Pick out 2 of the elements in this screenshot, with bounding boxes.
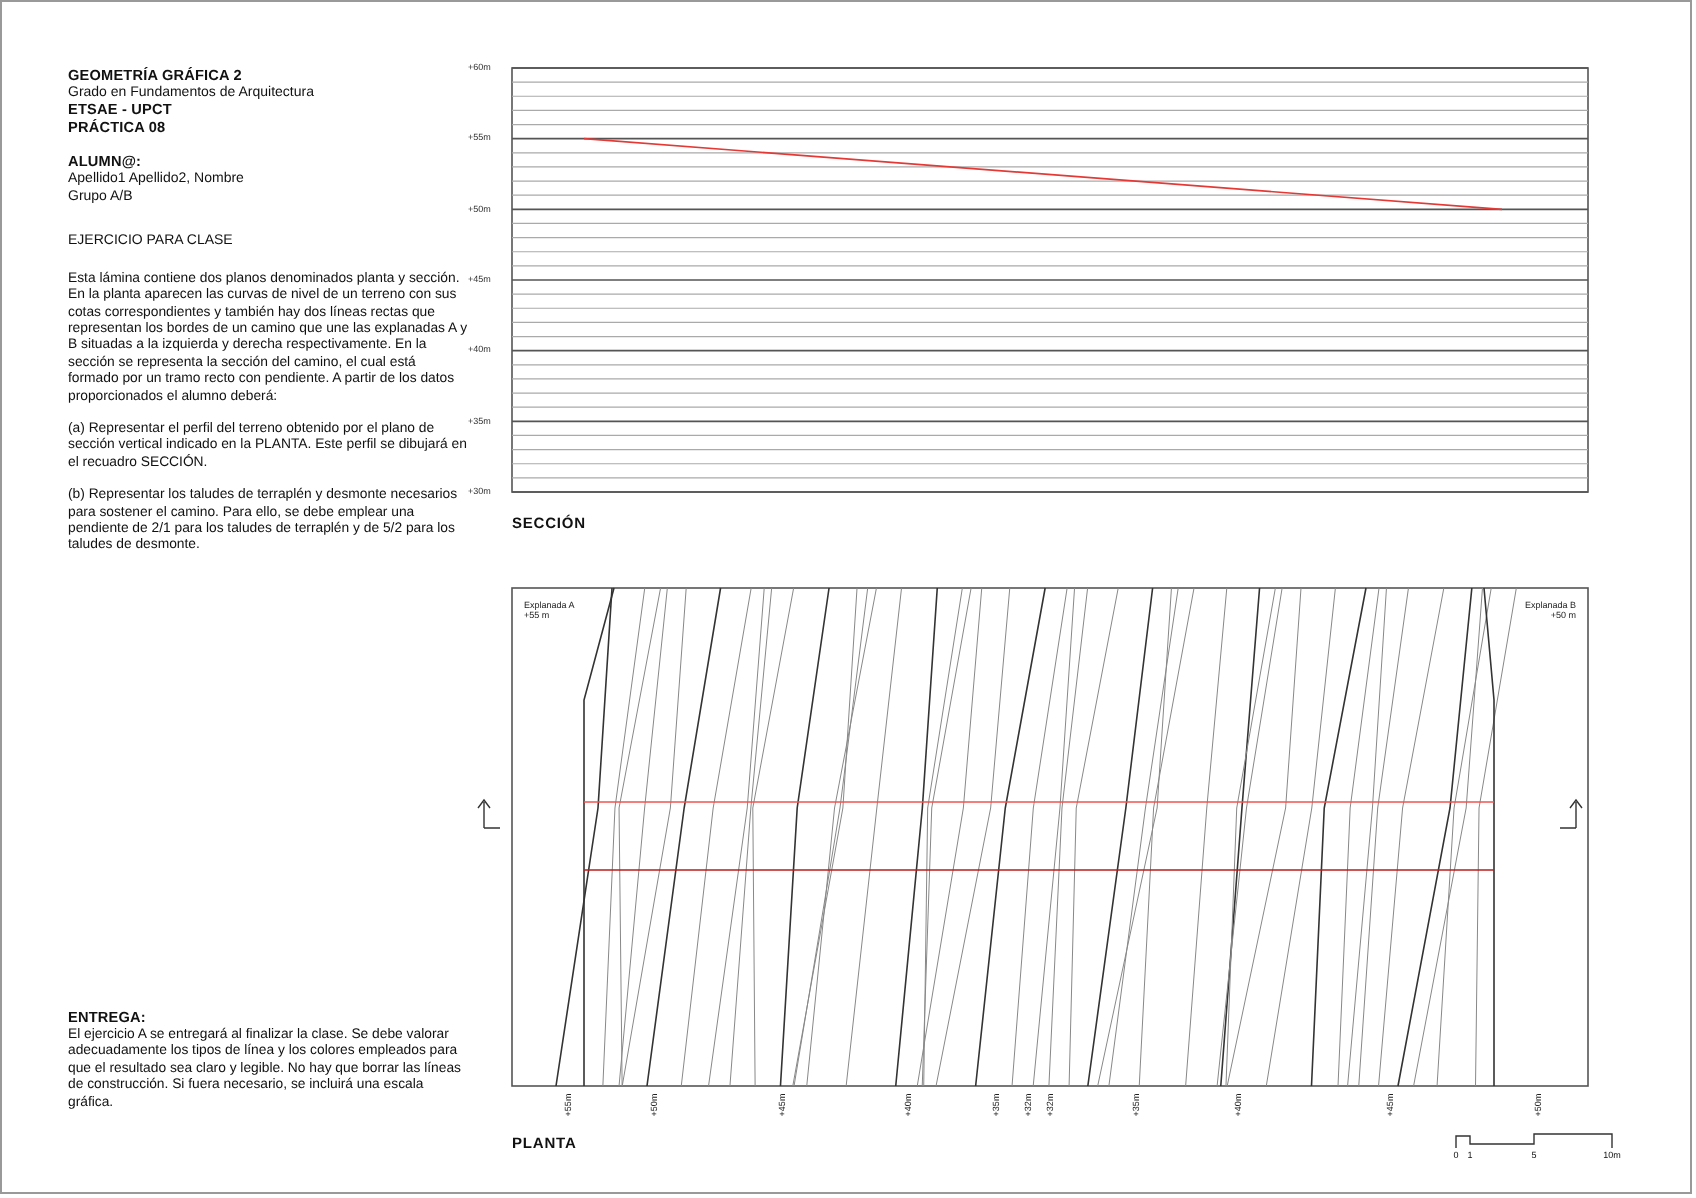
section-arrow-icon	[477, 798, 501, 829]
section-arrow-icon	[1559, 798, 1583, 829]
